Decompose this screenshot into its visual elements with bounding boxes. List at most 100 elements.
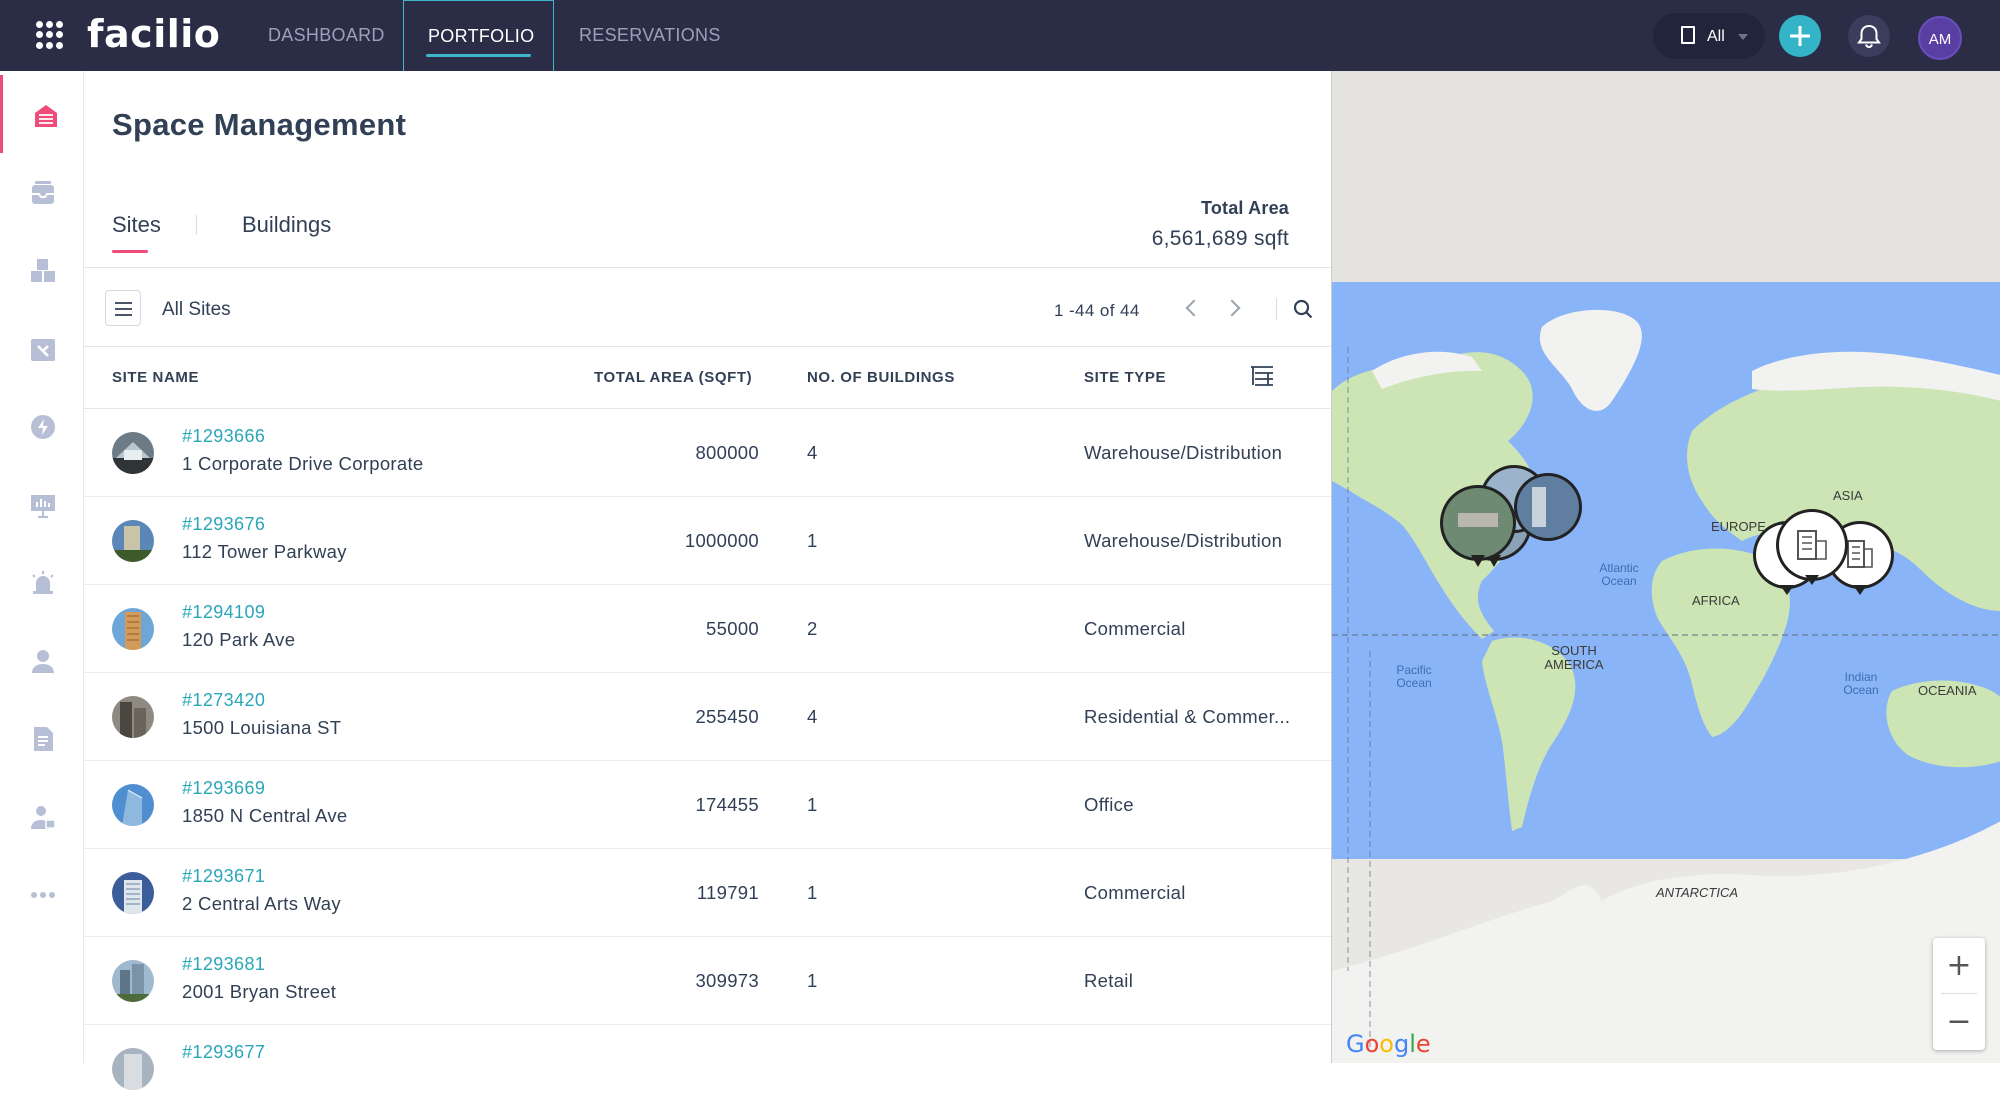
site-thumbnail [112,784,154,826]
map-label-pacific: Pacific [1396,663,1431,677]
tab-buildings[interactable]: Buildings [242,212,331,238]
google-attribution-logo[interactable]: Google [1346,1030,1431,1058]
views-menu-button[interactable] [105,290,141,326]
site-thumbnail [112,872,154,914]
tab-divider [196,215,197,235]
bell-icon [1857,24,1881,49]
site-id-link[interactable]: #1294109 [182,602,265,623]
site-area: 255450 [695,706,759,727]
app-launcher-icon[interactable] [36,21,64,49]
wrench-calendar-icon [31,339,55,361]
space-management-panel: Space Management Sites Buildings Total A… [84,71,1331,1090]
nav-tab-portfolio[interactable]: PORTFOLIO [403,0,554,71]
site-name[interactable]: 112 Tower Parkway [182,541,347,563]
table-row[interactable]: #1293681 2001 Bryan Street 309973 1 Reta… [84,937,1331,1025]
site-id-link[interactable]: #1293676 [182,514,265,535]
site-id-link[interactable]: #1293671 [182,866,265,887]
column-settings-icon[interactable] [1249,365,1275,389]
table-row[interactable]: #1293676 112 Tower Parkway 1000000 1 War… [84,497,1331,585]
site-thumbnail [112,960,154,1002]
tab-sites[interactable]: Sites [112,212,161,238]
document-icon [34,727,53,751]
table-row[interactable]: #1293669 1850 N Central Ave 174455 1 Off… [84,761,1331,849]
map-label-europe: EUROPE [1711,519,1766,534]
chevron-left-icon[interactable] [1185,299,1203,317]
map-zoom-control: + − [1933,938,1985,1050]
map-label-oceania: OCEANIA [1918,683,1977,698]
chevron-right-icon[interactable] [1223,299,1241,317]
facilio-logo[interactable]: facilio [87,12,220,56]
site-thumbnail [112,696,154,738]
world-map: ASIA EUROPE AFRICA SOUTH AMERICA OCEANIA… [1332,71,2000,1063]
site-type: Warehouse/Distribution [1084,442,1283,463]
site-id-link[interactable]: #1273420 [182,690,265,711]
site-building-count: 1 [807,882,818,903]
nav-tab-dashboard[interactable]: DASHBOARD [268,0,384,71]
site-id-link[interactable]: #1293681 [182,954,265,975]
alarm-siren-icon [32,571,54,594]
table-row[interactable]: #1294109 120 Park Ave 55000 2 Commercial [84,585,1331,673]
sidebar-item-energy[interactable] [0,387,84,465]
sidebar-item-documents[interactable] [0,699,84,777]
table-row[interactable]: #1293666 1 Corporate Drive Corporate 800… [84,409,1331,497]
site-area: 800000 [695,442,759,463]
toolbar-divider [1276,298,1277,320]
site-type: Residential & Commer... [1084,706,1291,727]
column-header-site-type[interactable]: SITE TYPE [1084,369,1166,386]
column-header-total-area[interactable]: TOTAL AREA (SQFT) [594,369,752,386]
column-header-buildings[interactable]: NO. OF BUILDINGS [807,369,955,386]
notifications-button[interactable] [1848,15,1890,57]
site-building-count: 1 [807,530,818,551]
building-stack-icon [35,105,57,127]
sidebar-item-alarms[interactable] [0,543,84,621]
site-id-link[interactable]: #1293669 [182,778,265,799]
sidebar-item-people[interactable] [0,621,84,699]
sidebar-item-space-management[interactable] [0,75,84,153]
map-label-asia: ASIA [1833,488,1863,503]
map-label-pacific: Ocean [1396,676,1431,690]
zoom-out-button[interactable]: − [1933,994,1985,1050]
search-icon[interactable] [1293,299,1313,319]
site-scope-value: All [1707,28,1725,45]
site-building-count: 1 [807,794,818,815]
boxes-icon [31,259,55,282]
site-name[interactable]: 120 Park Ave [182,629,295,651]
divider [84,346,1331,347]
table-row[interactable]: #1273420 1500 Louisiana ST 255450 4 Resi… [84,673,1331,761]
map-label-atlantic: Atlantic [1599,561,1638,575]
sidebar-item-assets[interactable] [0,231,84,309]
map-label-antarctica: ANTARCTICA [1655,885,1738,900]
site-type: Commercial [1084,618,1186,639]
site-name[interactable]: 1850 N Central Ave [182,805,348,827]
active-tab-indicator [426,54,531,57]
sidebar-item-vendors[interactable] [0,777,84,855]
user-avatar[interactable]: AM [1918,16,1962,60]
sidebar-item-more[interactable] [0,855,84,933]
lightning-icon [31,415,55,439]
quick-add-button[interactable] [1779,15,1821,57]
current-view-name: All Sites [162,299,231,320]
sidebar-item-inventory[interactable] [0,153,84,231]
site-name[interactable]: 1500 Louisiana ST [182,717,341,739]
site-name[interactable]: 1 Corporate Drive Corporate [182,453,424,475]
site-id-link[interactable]: #1293666 [182,426,265,447]
site-name[interactable]: 2 Central Arts Way [182,893,341,915]
sidebar-item-reports[interactable] [0,465,84,543]
nav-tab-reservations[interactable]: RESERVATIONS [579,0,720,71]
sites-map[interactable]: ASIA EUROPE AFRICA SOUTH AMERICA OCEANIA… [1331,71,2000,1063]
chevron-down-icon [1738,34,1748,40]
zoom-in-button[interactable]: + [1933,938,1985,994]
presentation-chart-icon [31,495,55,518]
column-header-site-name[interactable]: SITE NAME [112,369,199,386]
table-row[interactable]: #1293677 [84,1025,1331,1113]
site-thumbnail [112,1048,154,1090]
site-scope-dropdown[interactable]: All [1653,13,1765,59]
table-row[interactable]: #1293671 2 Central Arts Way 119791 1 Com… [84,849,1331,937]
active-tab-indicator [112,250,148,253]
site-id-link[interactable]: #1293677 [182,1042,265,1063]
site-name[interactable]: 2001 Bryan Street [182,981,336,1003]
left-sidebar [0,71,84,1063]
sidebar-item-maintenance[interactable] [0,309,84,387]
site-thumbnail [112,608,154,650]
top-navigation-bar: facilio DASHBOARD PORTFOLIO RESERVATIONS… [0,0,2000,71]
